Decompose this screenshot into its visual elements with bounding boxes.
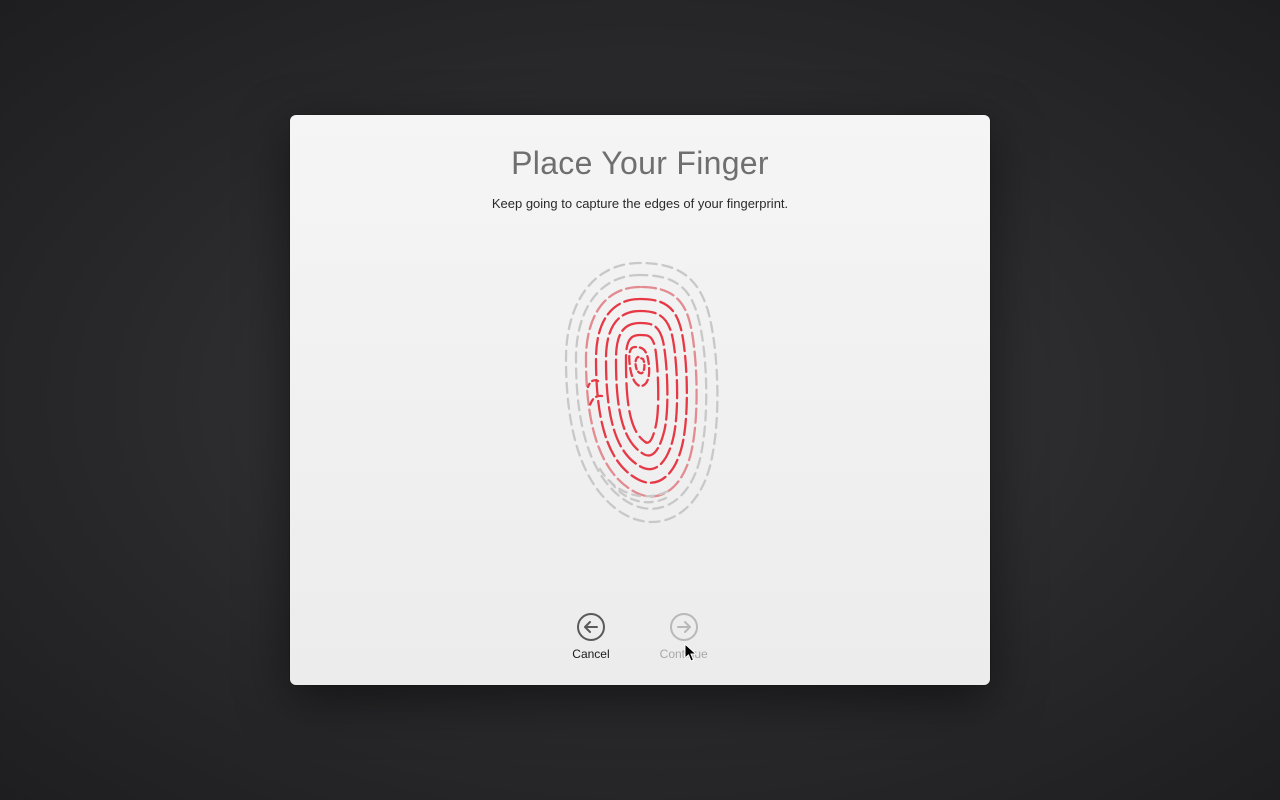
dialog-subtitle: Keep going to capture the edges of your … — [492, 196, 788, 211]
continue-label: Continue — [660, 647, 708, 661]
continue-button: Continue — [660, 613, 708, 661]
dialog-title: Place Your Finger — [511, 145, 769, 182]
fingerprint-icon — [550, 251, 730, 531]
cancel-label: Cancel — [572, 647, 609, 661]
cancel-button[interactable]: Cancel — [572, 613, 609, 661]
arrow-left-icon — [577, 613, 605, 641]
arrow-right-icon — [670, 613, 698, 641]
touch-id-setup-dialog: Place Your Finger Keep going to capture … — [290, 115, 990, 685]
dialog-button-row: Cancel Continue — [572, 613, 707, 661]
